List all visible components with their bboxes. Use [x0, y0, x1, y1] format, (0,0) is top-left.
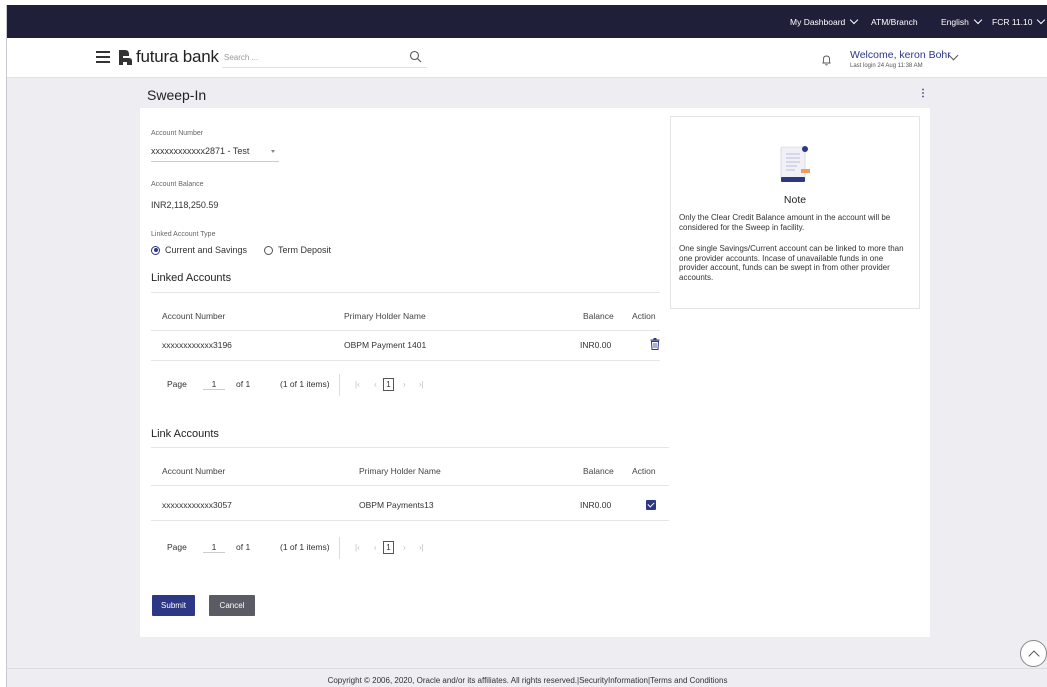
pager-page-input[interactable]: 1	[203, 379, 225, 390]
divider	[151, 360, 660, 361]
divider	[151, 292, 660, 293]
pager-page-input[interactable]: 1	[203, 542, 225, 553]
pager-items-label: (1 of 1 items)	[280, 379, 330, 389]
note-title: Note	[783, 194, 807, 206]
pager-first-icon[interactable]: |‹	[355, 380, 360, 389]
pager-last-icon[interactable]: ›|	[419, 543, 424, 552]
top-bar: My Dashboard ATM/Branch English FCR 11.1…	[7, 5, 1047, 38]
radio-term-deposit-label: Term Deposit	[278, 245, 332, 255]
chevron-down-icon	[1037, 15, 1046, 25]
pager-next-icon[interactable]: ›	[403, 543, 406, 552]
app-frame: My Dashboard ATM/Branch English FCR 11.1…	[6, 5, 1047, 687]
footer: Copyright © 2006, 2020, Oracle and/or it…	[7, 668, 1047, 687]
divider	[151, 447, 669, 448]
pager-prev-icon[interactable]: ‹	[374, 380, 377, 389]
col-balance: Balance	[583, 311, 614, 321]
col-primary-holder: Primary Holder Name	[344, 311, 426, 321]
divider	[151, 330, 660, 331]
chevron-down-icon	[973, 15, 983, 25]
submit-button[interactable]: Submit	[152, 595, 195, 616]
dropdown-arrow-icon	[271, 150, 275, 153]
account-number-label: Account Number	[151, 130, 204, 137]
welcome-user[interactable]: Welcome, keron Bohr	[850, 49, 951, 61]
header: futura bank Search ... Welcome, keron Bo…	[7, 38, 1047, 78]
chevron-down-icon	[850, 15, 859, 25]
radio-current-savings[interactable]: Current and Savings	[151, 245, 247, 255]
note-paragraph-1: Only the Clear Credit Balance amount in …	[679, 213, 891, 232]
pager-current-page[interactable]: 1	[383, 541, 394, 554]
document-note-icon	[780, 146, 810, 182]
search-placeholder: Search ...	[224, 53, 259, 62]
more-options-icon[interactable]: ⋮	[918, 88, 928, 99]
language-menu[interactable]: English	[941, 5, 983, 38]
pager-page-label: Page	[167, 542, 187, 552]
account-number-select[interactable]: xxxxxxxxxxxx2871 - Test	[151, 145, 279, 162]
pager-divider	[339, 537, 340, 559]
my-dashboard-label: My Dashboard	[790, 16, 846, 27]
col-balance: Balance	[583, 466, 614, 476]
atm-branch-label: ATM/Branch	[871, 16, 918, 27]
row-balance: INR0.00	[580, 340, 612, 350]
footer-copyright: Copyright © 2006, 2020, Oracle and/or it…	[327, 676, 728, 685]
bell-icon[interactable]	[821, 54, 832, 66]
pager-of-label: of 1	[236, 542, 251, 552]
delete-icon[interactable]	[650, 338, 660, 350]
brand-name: futura bank	[136, 47, 219, 66]
last-login: Last login 24 Aug 11:38 AM	[850, 63, 923, 69]
account-number-value: xxxxxxxxxxxx2871 - Test	[151, 146, 250, 156]
linked-accounts-title: Linked Accounts	[151, 272, 232, 284]
pager-current-page[interactable]: 1	[383, 378, 394, 391]
divider	[151, 485, 669, 486]
pager-prev-icon[interactable]: ‹	[374, 543, 377, 552]
version-menu[interactable]: FCR 11.10	[992, 5, 1046, 38]
pager-next-icon[interactable]: ›	[403, 380, 406, 389]
row-account-number: xxxxxxxxxxxx3196	[162, 340, 232, 350]
cancel-button[interactable]: Cancel	[209, 595, 255, 616]
row-holder-name: OBPM Payment 1401	[344, 340, 427, 350]
language-label: English	[941, 16, 969, 27]
account-balance-value: INR2,118,250.59	[151, 200, 219, 210]
row-balance: INR0.00	[580, 500, 612, 510]
sweep-in-card: Account Number xxxxxxxxxxxx2871 - Test A…	[140, 108, 930, 637]
search-input[interactable]: Search ...	[222, 48, 427, 68]
atm-branch-link[interactable]: ATM/Branch	[871, 5, 918, 38]
note-panel: Note Only the Clear Credit Balance amoun…	[670, 116, 920, 309]
divider	[151, 520, 669, 521]
version-label: FCR 11.10	[992, 16, 1033, 27]
page-title: Sweep-In	[147, 87, 207, 103]
pager-items-label: (1 of 1 items)	[280, 542, 330, 552]
bank-logo[interactable]: futura bank	[116, 47, 219, 67]
col-primary-holder: Primary Holder Name	[359, 466, 441, 476]
pager-first-icon[interactable]: |‹	[355, 543, 360, 552]
pager-page-label: Page	[167, 379, 187, 389]
radio-selected-icon	[151, 245, 160, 255]
pager-divider	[339, 374, 340, 396]
my-dashboard-menu[interactable]: My Dashboard	[790, 5, 859, 38]
account-balance-label: Account Balance	[151, 181, 204, 188]
col-action: Action	[632, 311, 656, 321]
link-account-checkbox[interactable]	[646, 500, 656, 510]
pager-last-icon[interactable]: ›|	[419, 380, 424, 389]
radio-unselected-icon	[264, 245, 273, 255]
futura-logo-icon	[119, 49, 132, 65]
link-accounts-title: Link Accounts	[151, 428, 219, 440]
row-account-number: xxxxxxxxxxxx3057	[162, 500, 232, 510]
col-account-number: Account Number	[162, 311, 226, 321]
linked-account-type-label: Linked Account Type	[151, 231, 216, 238]
scroll-to-top-button[interactable]	[1020, 640, 1047, 667]
hamburger-menu-icon[interactable]	[96, 51, 110, 63]
note-paragraph-2: One single Savings/Current account can b…	[679, 244, 904, 282]
col-action: Action	[632, 466, 656, 476]
radio-term-deposit[interactable]: Term Deposit	[264, 245, 331, 255]
radio-current-savings-label: Current and Savings	[165, 245, 248, 255]
search-icon[interactable]	[409, 50, 422, 63]
pager-of-label: of 1	[236, 379, 251, 389]
col-account-number: Account Number	[162, 466, 226, 476]
row-holder-name: OBPM Payments13	[359, 500, 434, 510]
